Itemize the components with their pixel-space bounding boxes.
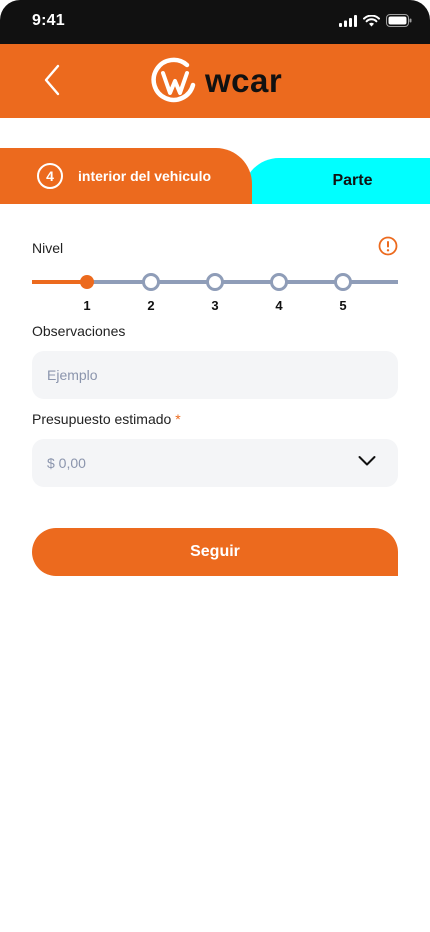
wcar-logo-icon: [151, 57, 196, 103]
level-tick-label: 1: [83, 298, 91, 313]
seguir-button[interactable]: Seguir: [32, 528, 398, 576]
step-number-badge: 4: [37, 163, 63, 189]
level-step-3[interactable]: [206, 273, 224, 291]
level-handle[interactable]: [80, 275, 94, 289]
status-icons: [339, 14, 412, 27]
tab-parte[interactable]: Parte: [243, 158, 430, 204]
alert-circle-icon[interactable]: [378, 236, 398, 256]
level-tick-label: 5: [339, 298, 347, 313]
level-tick-label: 2: [147, 298, 155, 313]
tab-parte-label: Parte: [332, 172, 373, 189]
level-tick-label: 4: [275, 298, 283, 313]
level-tick-label: 3: [211, 298, 219, 313]
status-time: 9:41: [32, 12, 65, 29]
chevron-left-icon: [44, 64, 60, 96]
tab-interior-label: interior del vehiculo: [78, 168, 212, 184]
back-button[interactable]: [34, 58, 70, 102]
presupuesto-placeholder: $ 0,00: [47, 455, 86, 471]
wcar-logo: wcar: [151, 55, 282, 107]
observaciones-label: Observaciones: [32, 323, 126, 339]
nivel-label: Nivel: [32, 240, 64, 256]
app-header: wcar: [0, 44, 430, 118]
level-step-4[interactable]: [270, 273, 288, 291]
tab-interior-vehiculo[interactable]: 4 interior del vehiculo: [0, 148, 252, 204]
chevron-down-icon: [358, 456, 376, 466]
level-step-2[interactable]: [142, 273, 160, 291]
status-bar: 9:41: [0, 0, 430, 44]
phone-screen: 9:41 wcar Parte 4 interior del vehiculo …: [0, 0, 430, 932]
presupuesto-label: Presupuesto estimado *: [32, 411, 181, 427]
signal-icon: [339, 14, 357, 27]
step-tabs: Parte 4 interior del vehiculo: [0, 148, 430, 204]
required-asterisk: *: [175, 411, 181, 427]
presupuesto-label-text: Presupuesto estimado: [32, 411, 172, 427]
observaciones-input[interactable]: [32, 351, 398, 399]
level-slider[interactable]: 1 2 3 4 5: [32, 268, 398, 313]
wifi-icon: [363, 14, 380, 26]
battery-icon: [386, 14, 412, 27]
logo-text: wcar: [205, 62, 283, 99]
presupuesto-select[interactable]: $ 0,00: [32, 439, 398, 487]
level-step-5[interactable]: [334, 273, 352, 291]
